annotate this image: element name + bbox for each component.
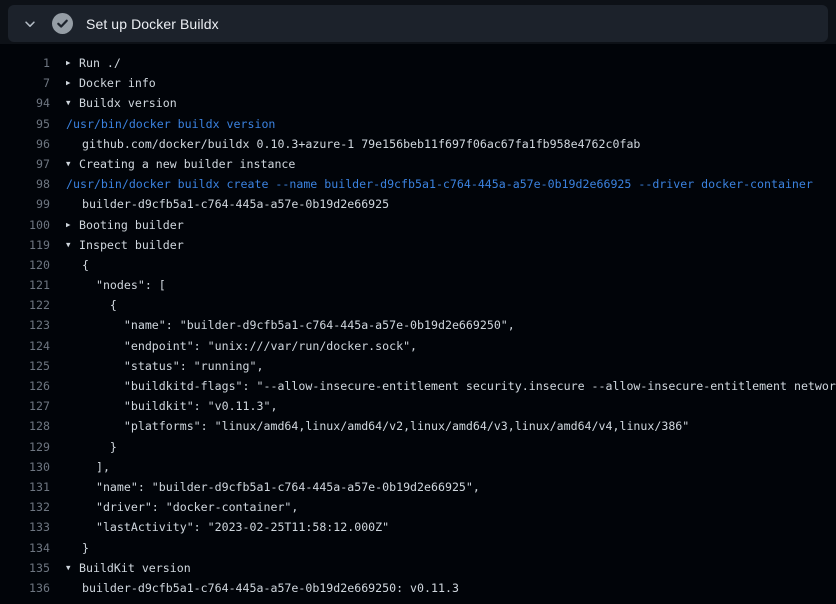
log-text: builder-d9cfb5a1-c764-445a-a57e-0b19d2e6… bbox=[82, 578, 459, 598]
line-number-link[interactable]: 123 bbox=[0, 315, 50, 335]
log-line: 125 "status": "running", bbox=[0, 356, 836, 376]
line-number-link[interactable]: 131 bbox=[0, 477, 50, 497]
line-number-link[interactable]: 134 bbox=[0, 538, 50, 558]
log-line[interactable]: 94 ▼ Buildx version bbox=[0, 93, 836, 113]
log-text: Buildx version bbox=[79, 93, 177, 113]
log-line: 136 builder-d9cfb5a1-c764-445a-a57e-0b19… bbox=[0, 578, 836, 598]
group-toggle-icon[interactable]: ▶ bbox=[66, 215, 76, 235]
log-line[interactable]: 1 ▶ Run ./ bbox=[0, 53, 836, 73]
log-text: "endpoint": "unix:///var/run/docker.sock… bbox=[82, 336, 417, 356]
log-text: Docker info bbox=[79, 73, 156, 93]
group-toggle-icon[interactable]: ▶ bbox=[66, 53, 76, 73]
line-number-link[interactable]: 124 bbox=[0, 336, 50, 356]
log-text: BuildKit version bbox=[79, 558, 191, 578]
log-text: Booting builder bbox=[79, 215, 184, 235]
log-line[interactable]: 97 ▼ Creating a new builder instance bbox=[0, 154, 836, 174]
log-line: 127 "buildkit": "v0.11.3", bbox=[0, 396, 836, 416]
log-text: "status": "running", bbox=[82, 356, 263, 376]
log-line[interactable]: 100 ▶ Booting builder bbox=[0, 215, 836, 235]
log-text: "nodes": [ bbox=[82, 275, 166, 295]
line-number-link[interactable]: 129 bbox=[0, 437, 50, 457]
log-line: 131 "name": "builder-d9cfb5a1-c764-445a-… bbox=[0, 477, 836, 497]
log-line: 122 { bbox=[0, 295, 836, 315]
line-number-link[interactable]: 130 bbox=[0, 457, 50, 477]
line-number-link[interactable]: 100 bbox=[0, 215, 50, 235]
log-text: } bbox=[82, 437, 117, 457]
log-text: /usr/bin/docker buildx version bbox=[66, 114, 275, 134]
log-viewer: 1 ▶ Run ./ 7 ▶ Docker info 94 ▼ Buildx v… bbox=[0, 44, 836, 604]
log-line: 132 "driver": "docker-container", bbox=[0, 497, 836, 517]
line-number-link[interactable]: 7 bbox=[0, 73, 50, 93]
log-text: builder-d9cfb5a1-c764-445a-a57e-0b19d2e6… bbox=[82, 194, 389, 214]
line-number-link[interactable]: 133 bbox=[0, 517, 50, 537]
line-number-link[interactable]: 121 bbox=[0, 275, 50, 295]
log-line: 126 "buildkitd-flags": "--allow-insecure… bbox=[0, 376, 836, 396]
log-text: "driver": "docker-container", bbox=[82, 497, 298, 517]
line-number-link[interactable]: 125 bbox=[0, 356, 50, 376]
step-header[interactable]: Set up Docker Buildx bbox=[8, 5, 828, 42]
line-number-link[interactable]: 96 bbox=[0, 134, 50, 154]
log-line: 128 "platforms": "linux/amd64,linux/amd6… bbox=[0, 416, 836, 436]
log-text: Creating a new builder instance bbox=[79, 154, 295, 174]
line-number-link[interactable]: 95 bbox=[0, 114, 50, 134]
chevron-down-icon[interactable] bbox=[22, 16, 38, 32]
log-line: 129 } bbox=[0, 437, 836, 457]
line-number-link[interactable]: 136 bbox=[0, 578, 50, 598]
log-text: "platforms": "linux/amd64,linux/amd64/v2… bbox=[82, 416, 689, 436]
log-text: "name": "builder-d9cfb5a1-c764-445a-a57e… bbox=[82, 477, 480, 497]
log-line: 130 ], bbox=[0, 457, 836, 477]
line-number-link[interactable]: 94 bbox=[0, 93, 50, 113]
line-number-link[interactable]: 126 bbox=[0, 376, 50, 396]
line-number-link[interactable]: 1 bbox=[0, 53, 50, 73]
log-text: { bbox=[82, 295, 117, 315]
log-line: 95 /usr/bin/docker buildx version bbox=[0, 114, 836, 134]
log-text: ], bbox=[82, 457, 110, 477]
line-number-link[interactable]: 98 bbox=[0, 174, 50, 194]
log-text: "name": "builder-d9cfb5a1-c764-445a-a57e… bbox=[82, 315, 515, 335]
line-number-link[interactable]: 97 bbox=[0, 154, 50, 174]
log-line[interactable]: 7 ▶ Docker info bbox=[0, 73, 836, 93]
line-number-link[interactable]: 132 bbox=[0, 497, 50, 517]
log-text: "buildkitd-flags": "--allow-insecure-ent… bbox=[82, 376, 836, 396]
step-title: Set up Docker Buildx bbox=[86, 16, 219, 32]
log-line: 120 { bbox=[0, 255, 836, 275]
log-line: 133 "lastActivity": "2023-02-25T11:58:12… bbox=[0, 517, 836, 537]
log-line[interactable]: 135 ▼ BuildKit version bbox=[0, 558, 836, 578]
line-number-link[interactable]: 119 bbox=[0, 235, 50, 255]
log-line: 98 /usr/bin/docker buildx create --name … bbox=[0, 174, 836, 194]
log-text: { bbox=[82, 255, 89, 275]
log-text: "buildkit": "v0.11.3", bbox=[82, 396, 277, 416]
group-toggle-icon[interactable]: ▼ bbox=[66, 93, 76, 113]
check-circle-icon bbox=[52, 13, 73, 34]
line-number-link[interactable]: 135 bbox=[0, 558, 50, 578]
log-line: 99 builder-d9cfb5a1-c764-445a-a57e-0b19d… bbox=[0, 194, 836, 214]
log-text: Run ./ bbox=[79, 53, 121, 73]
log-text: /usr/bin/docker buildx create --name bui… bbox=[66, 174, 813, 194]
log-text: "lastActivity": "2023-02-25T11:58:12.000… bbox=[82, 517, 389, 537]
log-text: github.com/docker/buildx 0.10.3+azure-1 … bbox=[82, 134, 640, 154]
log-line[interactable]: 119 ▼ Inspect builder bbox=[0, 235, 836, 255]
group-toggle-icon[interactable]: ▼ bbox=[66, 235, 76, 255]
line-number-link[interactable]: 120 bbox=[0, 255, 50, 275]
log-line: 134 } bbox=[0, 538, 836, 558]
line-number-link[interactable]: 99 bbox=[0, 194, 50, 214]
group-toggle-icon[interactable]: ▼ bbox=[66, 154, 76, 174]
group-toggle-icon[interactable]: ▶ bbox=[66, 73, 76, 93]
log-line: 121 "nodes": [ bbox=[0, 275, 836, 295]
log-text: Inspect builder bbox=[79, 235, 184, 255]
log-line: 96 github.com/docker/buildx 0.10.3+azure… bbox=[0, 134, 836, 154]
line-number-link[interactable]: 127 bbox=[0, 396, 50, 416]
log-line: 123 "name": "builder-d9cfb5a1-c764-445a-… bbox=[0, 315, 836, 335]
line-number-link[interactable]: 128 bbox=[0, 416, 50, 436]
log-text: } bbox=[82, 538, 89, 558]
log-line: 124 "endpoint": "unix:///var/run/docker.… bbox=[0, 336, 836, 356]
group-toggle-icon[interactable]: ▼ bbox=[66, 558, 76, 578]
line-number-link[interactable]: 122 bbox=[0, 295, 50, 315]
